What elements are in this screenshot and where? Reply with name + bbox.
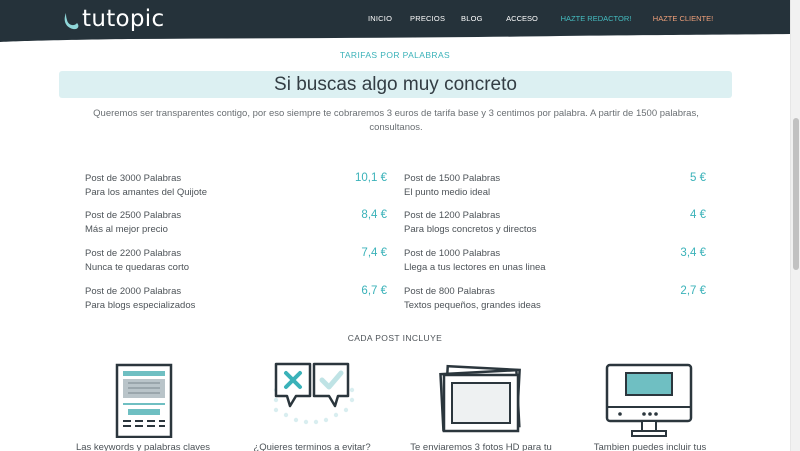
feature-caption: Te enviaremos 3 fotos HD para tu [410, 442, 552, 451]
price-item-value: 6,7 € [361, 285, 387, 297]
page-scrollbar[interactable] [790, 0, 800, 451]
price-item-value: 4 € [690, 209, 706, 221]
section-eyebrow: TARIFAS POR PALABRAS [339, 50, 451, 60]
price-item-name: Post de 2500 Palabras [85, 210, 182, 221]
price-item-name: Post de 3000 Palabras [85, 173, 182, 184]
price-item: Post de 800 Palabras Textos pequeños, gr… [404, 285, 706, 316]
price-item-name: Post de 1200 Palabras [404, 210, 501, 221]
price-item-description: Más al mejor precio [85, 224, 168, 235]
login-button[interactable]: ACCESO [500, 7, 544, 30]
become-client-button[interactable]: HAZTE CLIENTE! [648, 7, 718, 30]
price-item-value: 5 € [690, 172, 706, 184]
price-item: Post de 1200 Palabras Para blogs concret… [404, 209, 706, 240]
price-item-description: Llega a tus lectores en unas linea [404, 262, 546, 273]
price-item: Post de 3000 Palabras Para los amantes d… [85, 172, 387, 203]
price-item-value: 3,4 € [680, 247, 706, 259]
price-item-description: Para los amantes del Quijote [85, 187, 207, 198]
price-item-value: 10,1 € [355, 172, 387, 184]
nav-link-precios[interactable]: PRECIOS [410, 7, 445, 31]
price-item-description: Nunca te quedaras corto [85, 262, 190, 273]
feature-caption: Las keywords y palabras claves [75, 442, 211, 451]
nav-link-inicio[interactable]: INICIO [368, 7, 392, 31]
section-intro: Queremos ser transparentes contigo, por … [93, 108, 699, 133]
main-nav: INICIO PRECIOS BLOG ACCESO HAZTE REDACTO… [0, 7, 790, 31]
price-item: Post de 1000 Palabras Llega a tus lector… [404, 247, 706, 278]
includes-title: CADA POST INCLUYE [347, 333, 443, 343]
price-item-name: Post de 2200 Palabras [85, 248, 182, 259]
price-item-name: Post de 2000 Palabras [85, 286, 182, 297]
price-item: Post de 2200 Palabras Nunca te quedaras … [85, 247, 387, 278]
price-item-name: Post de 1000 Palabras [404, 248, 501, 259]
price-item-value: 8,4 € [361, 209, 387, 221]
price-item-description: Textos pequeños, grandes ideas [404, 300, 541, 311]
price-item-value: 2,7 € [680, 285, 706, 297]
price-item-description: Para blogs concretos y directos [404, 224, 537, 235]
monitor-icon [605, 363, 693, 437]
nav-link-blog[interactable]: BLOG [461, 7, 483, 31]
section-banner: Si buscas algo muy concreto [59, 71, 732, 98]
price-item-description: El punto medio ideal [404, 187, 491, 198]
document-layout-icon [115, 363, 173, 438]
price-item-description: Para blogs especializados [85, 300, 196, 311]
feature-caption: Tambien puedes incluir tus [593, 442, 707, 451]
price-item: Post de 1500 Palabras El punto medio ide… [404, 172, 706, 203]
site-header: tutopic INICIO PRECIOS BLOG ACCESO HAZTE… [0, 0, 790, 44]
feature-caption: ¿Quieres terminos a evitar? [253, 442, 371, 451]
price-item-value: 7,4 € [361, 247, 387, 259]
become-writer-button[interactable]: HAZTE REDACTOR! [556, 7, 636, 30]
section-title: Si buscas algo muy concreto [274, 74, 517, 95]
price-item-name: Post de 1500 Palabras [404, 173, 501, 184]
scrollbar-thumb[interactable] [793, 118, 799, 270]
photos-stack-icon [439, 364, 521, 433]
chat-bubbles-icon [273, 362, 355, 425]
price-item-name: Post de 800 Palabras [404, 286, 495, 297]
price-item: Post de 2500 Palabras Más al mejor preci… [85, 209, 387, 240]
price-item: Post de 2000 Palabras Para blogs especia… [85, 285, 387, 316]
